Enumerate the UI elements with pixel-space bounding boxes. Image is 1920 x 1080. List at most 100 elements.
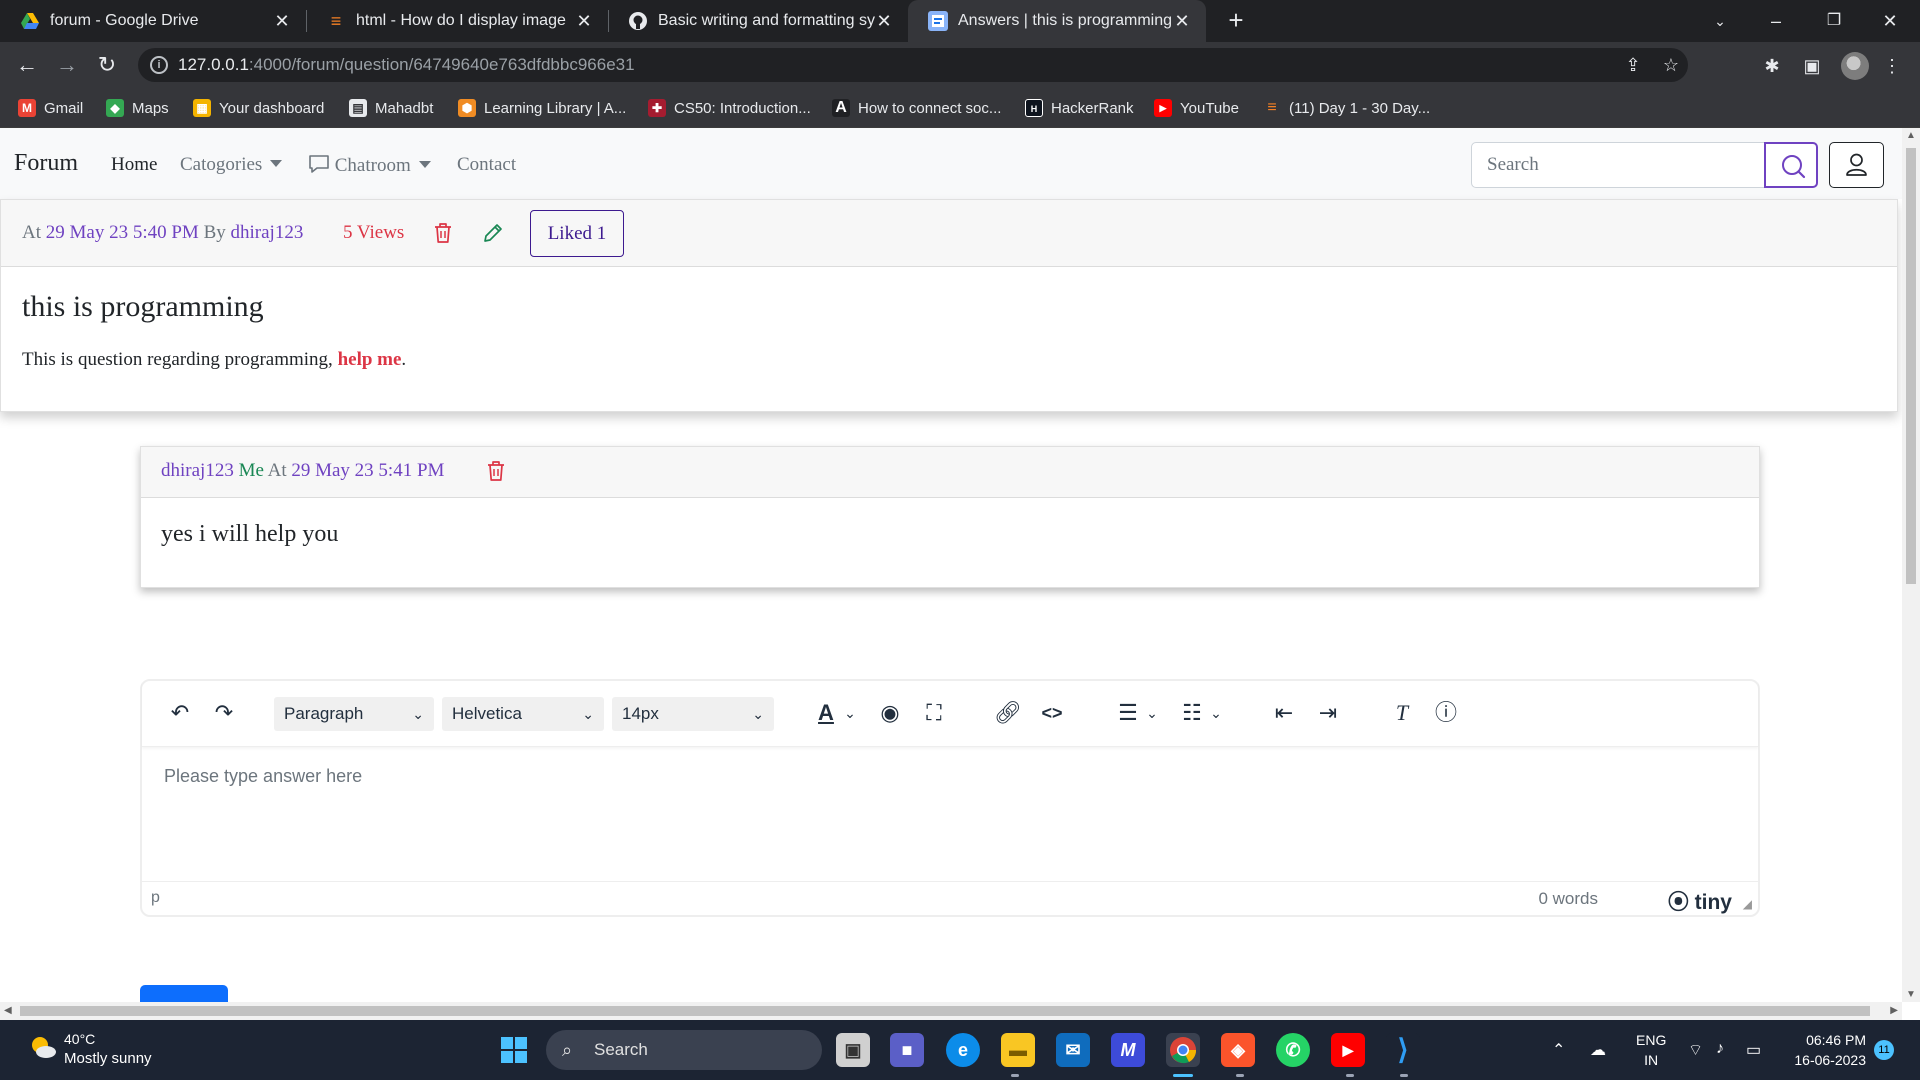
redo-icon[interactable]: ↷ <box>210 699 238 727</box>
nav-contact[interactable]: Contact <box>457 154 516 176</box>
tab-answers[interactable]: Answers | this is programming ✕ <box>908 0 1206 42</box>
resize-handle-icon[interactable]: ◢ <box>1743 897 1752 911</box>
minimize-icon[interactable]: – <box>1756 6 1796 36</box>
edit-question-button[interactable] <box>481 221 505 250</box>
bookmark-item[interactable]: A How to connect soc... <box>832 96 1001 120</box>
element-path[interactable]: p <box>151 889 160 907</box>
like-button[interactable]: Liked 1 <box>530 210 624 257</box>
preview-eye-icon[interactable]: ◉ <box>876 699 904 727</box>
word-count[interactable]: 0 words <box>1538 889 1598 909</box>
brave-icon[interactable]: ◈ <box>1221 1033 1255 1067</box>
nav-categories-dropdown[interactable]: Catogories <box>180 154 283 176</box>
indent-icon[interactable]: ⇥ <box>1314 699 1342 727</box>
bookmark-star-icon[interactable]: ☆ <box>1660 54 1682 76</box>
editor-content-area[interactable]: Please type answer here <box>164 766 362 787</box>
brand-logo[interactable]: Forum <box>14 150 78 177</box>
vscode-icon[interactable]: ⟩ <box>1386 1033 1420 1067</box>
address-bar[interactable]: i 127.0.0.1:4000/forum/question/64749640… <box>138 48 1688 82</box>
chevron-down-icon[interactable]: ⌄ <box>836 699 864 727</box>
edge-icon[interactable]: e <box>946 1033 980 1067</box>
close-tab-icon[interactable]: ✕ <box>874 11 894 31</box>
close-tab-icon[interactable]: ✕ <box>1172 11 1192 31</box>
site-info-icon[interactable]: i <box>150 56 168 74</box>
input-language[interactable]: ENG IN <box>1636 1030 1666 1070</box>
fullscreen-icon[interactable]: ⛶ <box>920 699 948 727</box>
bookmark-item[interactable]: M Gmail <box>18 96 83 120</box>
system-clock[interactable]: 06:46 PM 16-06-2023 <box>1782 1030 1866 1070</box>
restore-icon[interactable]: ❐ <box>1814 6 1854 36</box>
browser-menu-icon[interactable]: ⋮ <box>1880 54 1904 78</box>
bookmark-item[interactable]: ▦ Your dashboard <box>193 96 324 120</box>
close-window-icon[interactable]: ✕ <box>1870 6 1910 36</box>
delete-question-button[interactable] <box>432 221 454 250</box>
task-view-icon[interactable]: ▣ <box>836 1033 870 1067</box>
profile-avatar[interactable] <box>1841 52 1869 80</box>
windows-start-icon[interactable] <box>500 1036 528 1064</box>
scroll-left-icon[interactable]: ◀ <box>4 1005 12 1016</box>
back-icon[interactable]: ← <box>12 50 42 80</box>
horizontal-scrollbar[interactable]: ◀ ▶ <box>0 1002 1902 1020</box>
chevron-down-icon[interactable]: ⌄ <box>1138 699 1166 727</box>
submit-answer-button[interactable] <box>140 985 228 1002</box>
tab-search-chevron-icon[interactable]: ⌄ <box>1700 6 1740 36</box>
search-input[interactable]: Search <box>1471 142 1765 188</box>
share-icon[interactable]: ⇪ <box>1622 54 1644 76</box>
vertical-scrollbar[interactable]: ▲ ▼ <box>1902 128 1920 1002</box>
tab-github[interactable]: Basic writing and formatting syntax ✕ <box>608 0 908 42</box>
tiny-logo[interactable]: ⦿ tiny <box>1668 886 1732 916</box>
scroll-up-icon[interactable]: ▲ <box>1906 130 1916 141</box>
nav-home[interactable]: Home <box>111 154 157 176</box>
user-account-button[interactable] <box>1829 142 1884 188</box>
mail-icon[interactable]: ✉ <box>1056 1033 1090 1067</box>
extensions-icon[interactable]: ✱ <box>1760 54 1784 78</box>
youtube-icon[interactable]: ▶ <box>1331 1033 1365 1067</box>
scrollbar-thumb[interactable] <box>20 1006 1870 1016</box>
file-explorer-icon[interactable]: ▬ <box>1001 1033 1035 1067</box>
bookmark-item[interactable]: ▶ YouTube <box>1154 96 1239 120</box>
chevron-down-icon[interactable]: ⌄ <box>1202 699 1230 727</box>
scroll-right-icon[interactable]: ▶ <box>1890 1005 1898 1016</box>
scroll-down-icon[interactable]: ▼ <box>1906 989 1916 1000</box>
volume-icon[interactable]: ♪ <box>1716 1040 1724 1058</box>
reload-icon[interactable]: ↻ <box>92 50 122 80</box>
tab-google-drive[interactable]: forum - Google Drive ✕ <box>0 0 306 42</box>
bookmark-item[interactable]: ✚ CS50: Introduction... <box>648 96 811 120</box>
forward-icon[interactable]: → <box>52 50 82 80</box>
close-tab-icon[interactable]: ✕ <box>272 11 292 31</box>
bookmark-item[interactable]: ▤ Mahadbt <box>349 96 433 120</box>
block-format-select[interactable]: Paragraph ⌄ <box>274 697 434 731</box>
weather-sun-cloud-icon[interactable] <box>28 1032 58 1062</box>
bookmark-item[interactable]: ⬢ Learning Library | A... <box>458 96 626 120</box>
whatsapp-icon[interactable]: ✆ <box>1276 1033 1310 1067</box>
help-icon[interactable]: ⓘ <box>1432 699 1460 727</box>
side-panel-icon[interactable]: ▣ <box>1800 54 1824 78</box>
question-author-link[interactable]: dhiraj123 <box>231 222 304 243</box>
taskbar-search[interactable]: ⌕ Search <box>546 1030 822 1070</box>
vector-app-icon[interactable]: M <box>1111 1033 1145 1067</box>
bookmark-item[interactable]: ≡ (11) Day 1 - 30 Day... <box>1263 96 1430 120</box>
link-icon[interactable]: 🔗︎ <box>994 699 1022 727</box>
close-tab-icon[interactable]: ✕ <box>574 11 594 31</box>
onedrive-offline-icon[interactable]: ☁ <box>1590 1040 1606 1060</box>
undo-icon[interactable]: ↶ <box>166 699 194 727</box>
font-family-select[interactable]: Helvetica ⌄ <box>442 697 604 731</box>
font-size-select[interactable]: 14px ⌄ <box>612 697 774 731</box>
new-tab-icon[interactable]: + <box>1222 7 1250 35</box>
clear-formatting-icon[interactable]: T <box>1388 699 1416 727</box>
notification-badge[interactable]: 11 <box>1874 1040 1894 1060</box>
answer-author-link[interactable]: dhiraj123 <box>161 460 234 481</box>
tray-overflow-chevron-icon[interactable]: ⌃ <box>1552 1040 1565 1060</box>
weather-description[interactable]: Mostly sunny <box>64 1050 152 1067</box>
bookmark-item[interactable]: H HackerRank <box>1025 96 1134 120</box>
bookmark-item[interactable]: ◆ Maps <box>106 96 169 120</box>
chrome-icon[interactable] <box>1166 1033 1200 1067</box>
outdent-icon[interactable]: ⇤ <box>1270 699 1298 727</box>
teams-meet-icon[interactable]: ■ <box>890 1033 924 1067</box>
battery-icon[interactable]: ▭ <box>1746 1040 1761 1060</box>
weather-temperature[interactable]: 40°C <box>64 1031 95 1047</box>
tab-stackoverflow[interactable]: ≡ html - How do I display images from ✕ <box>306 0 608 42</box>
delete-answer-button[interactable] <box>485 459 507 488</box>
search-button[interactable] <box>1764 142 1818 188</box>
source-code-icon[interactable]: <> <box>1038 699 1066 727</box>
wifi-icon[interactable]: ⌔ <box>1688 1040 1703 1060</box>
